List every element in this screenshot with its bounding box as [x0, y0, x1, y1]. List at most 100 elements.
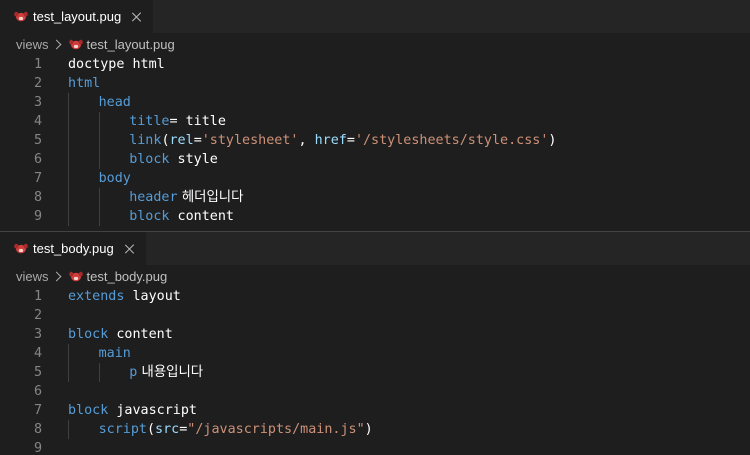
code-token: , [298, 133, 315, 148]
code-line[interactable]: 4 main [0, 344, 750, 363]
tab-label: test_layout.pug [33, 9, 122, 24]
code-editor[interactable]: 1 extends layout 2 3 block content 4 main 5 p 내용… [0, 287, 750, 455]
code-token: content [169, 209, 234, 224]
code-token: head [98, 95, 131, 110]
code-token: block [68, 403, 109, 418]
code-line[interactable]: 5 p 내용입니다 [0, 363, 750, 382]
tab-label: test_body.pug [33, 241, 114, 256]
code-token: script [98, 422, 147, 437]
code-token: html [68, 76, 101, 91]
code-token: title [129, 114, 170, 129]
code-token: 내용입니다 [137, 365, 204, 380]
close-icon[interactable] [124, 243, 136, 255]
indent-guide [98, 188, 100, 207]
code-line[interactable]: 8 script(src="/javascripts/main.js") [0, 420, 750, 439]
breadcrumb: views test_layout.pug [0, 33, 750, 55]
code-text: block style [129, 150, 218, 169]
code-token: 'stylesheet' [201, 133, 299, 148]
indent-guide [68, 207, 69, 226]
line-number: 2 [33, 308, 42, 323]
code-text: block javascript [68, 401, 197, 420]
code-line[interactable]: 7 body [0, 169, 750, 188]
pug-icon [68, 271, 83, 281]
code-text: header 헤더입니다 [129, 188, 243, 207]
code-token: '/stylesheets/style.css' [354, 133, 549, 148]
code-text: script(src="/javascripts/main.js") [99, 420, 373, 439]
code-text: doctype html [68, 55, 165, 74]
line-number: 8 [33, 190, 42, 205]
close-icon[interactable] [131, 11, 143, 23]
line-number: 2 [33, 76, 42, 91]
breadcrumb-file[interactable]: test_body.pug [68, 268, 168, 284]
code-token: block [129, 152, 170, 167]
indent-guide [68, 363, 69, 382]
indent-guide [68, 112, 69, 131]
indent-guide [68, 188, 69, 207]
code-line[interactable]: 1 extends layout [0, 287, 750, 306]
code-text: p 내용입니다 [129, 363, 203, 382]
breadcrumb-file-label: test_body.pug [86, 268, 168, 284]
code-line[interactable]: 8 header 헤더입니다 [0, 188, 750, 207]
code-token: layout [124, 289, 181, 304]
code-line[interactable]: 9 block content [0, 207, 750, 226]
code-token: ( [146, 422, 156, 437]
line-number: 6 [33, 384, 42, 399]
code-line[interactable]: 9 [0, 439, 750, 455]
code-line[interactable]: 3 head [0, 93, 750, 112]
pug-icon [68, 39, 83, 49]
indent-guide [68, 93, 69, 112]
indent-guide [68, 344, 69, 363]
code-line[interactable]: 2 html [0, 74, 750, 93]
pug-icon [14, 243, 28, 254]
indent-guide [98, 131, 100, 150]
pug-icon [14, 11, 28, 22]
breadcrumb-folder[interactable]: views [16, 37, 49, 52]
code-text: main [99, 344, 131, 363]
code-line[interactable]: 7 block javascript [0, 401, 750, 420]
code-text: link(rel='stylesheet', href='/stylesheet… [129, 131, 556, 150]
tab-test-body[interactable]: test_body.pug [0, 232, 146, 265]
breadcrumb: views test_body.pug [0, 265, 750, 287]
indent-guide [98, 112, 100, 131]
code-token: content [108, 327, 173, 342]
code-token: = [193, 133, 202, 148]
chevron-right-icon [51, 271, 61, 281]
code-token: ) [548, 133, 557, 148]
line-number: 7 [33, 171, 42, 186]
line-number: 1 [33, 289, 42, 304]
code-line[interactable]: 3 block content [0, 325, 750, 344]
code-line[interactable]: 4 title= title [0, 112, 750, 131]
line-number: 5 [33, 365, 42, 380]
code-text: html [68, 74, 100, 93]
indent-guide [68, 169, 69, 188]
code-editor[interactable]: 1 doctype html 2 html 3 head 4 title= title 5 lin… [0, 55, 750, 226]
code-line[interactable]: 5 link(rel='stylesheet', href='/styleshee… [0, 131, 750, 150]
code-line[interactable]: 6 block style [0, 150, 750, 169]
tab-test-layout[interactable]: test_layout.pug [0, 0, 154, 33]
line-number: 8 [33, 422, 42, 437]
code-token: javascript [108, 403, 197, 418]
line-number: 9 [33, 441, 42, 455]
code-text: extends layout [68, 287, 181, 306]
tab-bar: test_body.pug [0, 232, 750, 265]
line-number: 9 [33, 209, 42, 224]
code-token: src [155, 422, 180, 437]
code-token: 헤더입니다 [177, 190, 244, 205]
indent-guide [68, 420, 69, 439]
code-line[interactable]: 6 [0, 382, 750, 401]
code-token: rel [169, 133, 194, 148]
code-line[interactable]: 1 doctype html [0, 55, 750, 74]
line-number: 4 [33, 346, 42, 361]
line-number: 7 [33, 403, 42, 418]
code-token: main [98, 346, 131, 361]
breadcrumb-file[interactable]: test_layout.pug [68, 37, 175, 52]
code-token: href [314, 133, 347, 148]
breadcrumb-folder[interactable]: views [16, 269, 49, 284]
code-token: extends [68, 289, 125, 304]
code-line[interactable]: 2 [0, 306, 750, 325]
indent-guide [98, 363, 100, 382]
code-text: head [99, 93, 131, 112]
line-number: 5 [33, 133, 42, 148]
line-number: 3 [33, 95, 42, 110]
code-text: block content [129, 207, 234, 226]
